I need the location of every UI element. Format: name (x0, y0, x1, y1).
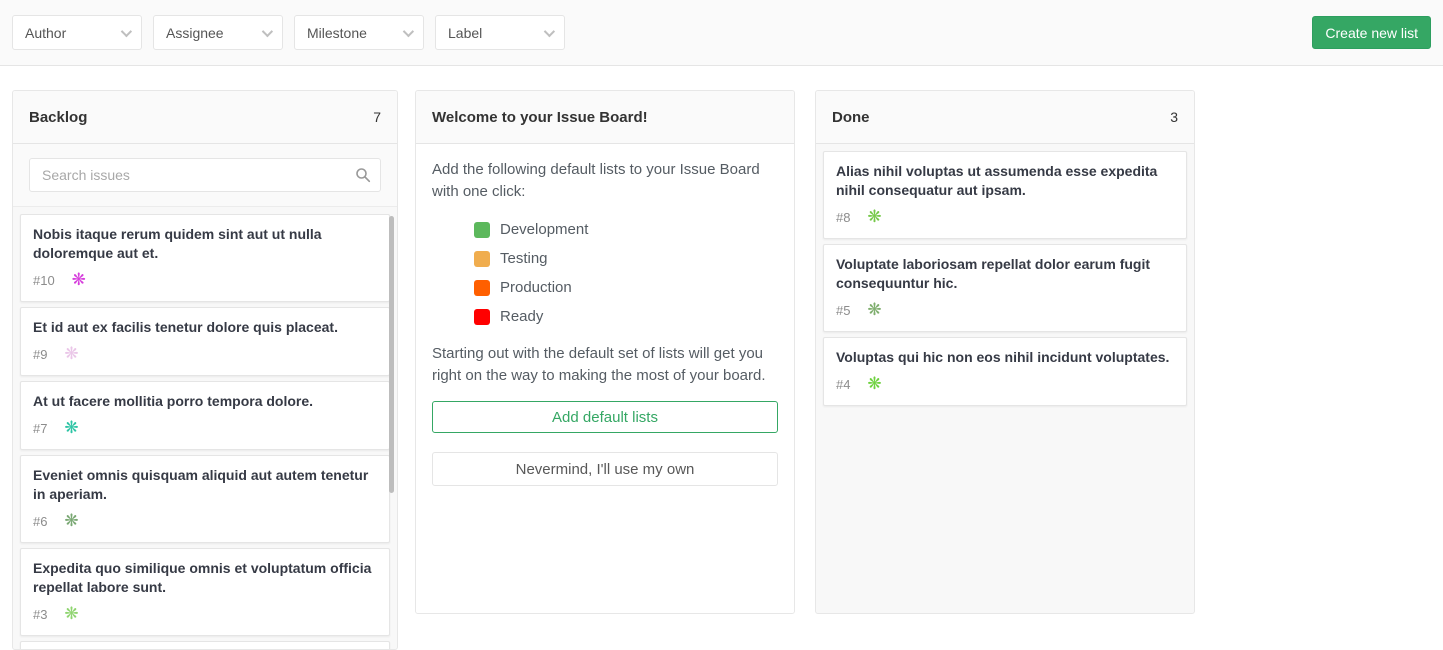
assignee-avatar[interactable]: ❋ (864, 207, 884, 227)
add-default-lists-button[interactable]: Add default lists (432, 401, 778, 433)
default-list-label: Testing (500, 248, 548, 270)
assignee-avatar[interactable]: ❋ (864, 300, 884, 320)
issue-card[interactable]: Voluptate laboriosam repellat dolor earu… (823, 244, 1187, 332)
author-filter-dropdown[interactable]: Author (12, 15, 142, 50)
assignee-avatar[interactable]: ❋ (61, 344, 81, 364)
assignee-avatar[interactable]: ❋ (61, 604, 81, 624)
issue-meta: #10 ❋ (33, 270, 377, 290)
issue-card[interactable]: Eveniet omnis quisquam aliquid aut autem… (20, 455, 390, 543)
issue-card[interactable]: Et id aut ex facilis tenetur dolore quis… (20, 307, 390, 376)
testing-color-swatch (474, 251, 490, 267)
welcome-title: Welcome to your Issue Board! (432, 109, 648, 126)
issue-card[interactable]: At ut facere mollitia porro tempora dolo… (20, 381, 390, 450)
issue-card[interactable]: Alias nihil voluptas ut assumenda esse e… (823, 151, 1187, 239)
default-list-label: Production (500, 277, 572, 299)
assignee-filter-label: Assignee (166, 25, 224, 41)
welcome-intro-text: Add the following default lists to your … (432, 159, 778, 203)
welcome-outro-text: Starting out with the default set of lis… (432, 343, 778, 387)
issue-title: Alias nihil voluptas ut assumenda esse e… (836, 162, 1174, 200)
backlog-title: Backlog (29, 109, 87, 126)
milestone-filter-label: Milestone (307, 25, 367, 41)
board-column-backlog: Backlog 7 Nobis itaque rerum quidem sint… (12, 90, 398, 650)
issue-meta: #3 ❋ (33, 604, 377, 624)
filter-bar: Author Assignee Milestone Label Create n… (0, 0, 1443, 66)
backlog-card-list: Nobis itaque rerum quidem sint aut ut nu… (13, 207, 397, 649)
assignee-avatar[interactable]: ❋ (61, 418, 81, 438)
issue-card[interactable]: Expedita quo similique omnis et voluptat… (20, 548, 390, 636)
chevron-down-icon (262, 25, 273, 36)
label-filter-dropdown[interactable]: Label (435, 15, 565, 50)
welcome-body: Add the following default lists to your … (416, 144, 794, 613)
done-issue-count: 3 (1170, 109, 1178, 125)
ready-color-swatch (474, 309, 490, 325)
backlog-search-section (13, 144, 397, 207)
author-filter-label: Author (25, 25, 66, 41)
issue-title: Voluptas qui hic non eos nihil incidunt … (836, 348, 1174, 367)
default-list-item: Development (474, 215, 778, 244)
default-list-item: Ready (474, 302, 778, 331)
issue-card[interactable]: Voluptas qui hic non eos nihil incidunt … (823, 337, 1187, 406)
default-lists: Development Testing Production Ready (474, 215, 778, 331)
welcome-header: Welcome to your Issue Board! (416, 91, 794, 144)
issue-title: At ut facere mollitia porro tempora dolo… (33, 392, 377, 411)
issue-title: Eveniet omnis quisquam aliquid aut autem… (33, 466, 377, 504)
search-issues-input[interactable] (29, 158, 381, 192)
issue-meta: #6 ❋ (33, 511, 377, 531)
milestone-filter-dropdown[interactable]: Milestone (294, 15, 424, 50)
board-column-welcome: Welcome to your Issue Board! Add the fol… (415, 90, 795, 614)
search-icon (355, 167, 371, 183)
issue-title: Voluptate laboriosam repellat dolor earu… (836, 255, 1174, 293)
default-list-item: Production (474, 273, 778, 302)
issue-meta: #9 ❋ (33, 344, 377, 364)
issue-number: #7 (33, 421, 47, 436)
issue-title: Expedita quo similique omnis et voluptat… (33, 559, 377, 597)
create-new-list-button[interactable]: Create new list (1312, 16, 1431, 49)
done-title: Done (832, 109, 870, 126)
issue-meta: #5 ❋ (836, 300, 1174, 320)
issue-number: #5 (836, 303, 850, 318)
default-list-item: Testing (474, 244, 778, 273)
issue-number: #3 (33, 607, 47, 622)
default-list-label: Ready (500, 306, 543, 328)
issue-number: #4 (836, 377, 850, 392)
assignee-avatar[interactable]: ❋ (69, 270, 89, 290)
backlog-header[interactable]: Backlog 7 (13, 91, 397, 144)
issue-title: Et id aut ex facilis tenetur dolore quis… (33, 318, 377, 337)
nevermind-button[interactable]: Nevermind, I'll use my own (432, 452, 778, 486)
chevron-down-icon (544, 25, 555, 36)
issue-number: #9 (33, 347, 47, 362)
issue-card-partially-visible[interactable] (20, 641, 390, 649)
assignee-avatar[interactable]: ❋ (864, 374, 884, 394)
issue-number: #8 (836, 210, 850, 225)
assignee-avatar[interactable]: ❋ (61, 511, 81, 531)
development-color-swatch (474, 222, 490, 238)
chevron-down-icon (121, 25, 132, 36)
issue-title: Nobis itaque rerum quidem sint aut ut nu… (33, 225, 377, 263)
assignee-filter-dropdown[interactable]: Assignee (153, 15, 283, 50)
issue-number: #6 (33, 514, 47, 529)
board-column-done: Done 3 Alias nihil voluptas ut assumenda… (815, 90, 1195, 614)
production-color-swatch (474, 280, 490, 296)
issue-card[interactable]: Nobis itaque rerum quidem sint aut ut nu… (20, 214, 390, 302)
issue-meta: #7 ❋ (33, 418, 377, 438)
issue-number: #10 (33, 273, 55, 288)
label-filter-label: Label (448, 25, 482, 41)
default-list-label: Development (500, 219, 588, 241)
chevron-down-icon (403, 25, 414, 36)
backlog-issue-count: 7 (373, 109, 381, 125)
issue-meta: #4 ❋ (836, 374, 1174, 394)
done-card-list: Alias nihil voluptas ut assumenda esse e… (816, 144, 1194, 613)
issue-meta: #8 ❋ (836, 207, 1174, 227)
done-header[interactable]: Done 3 (816, 91, 1194, 144)
backlog-scrollbar[interactable] (389, 216, 394, 493)
